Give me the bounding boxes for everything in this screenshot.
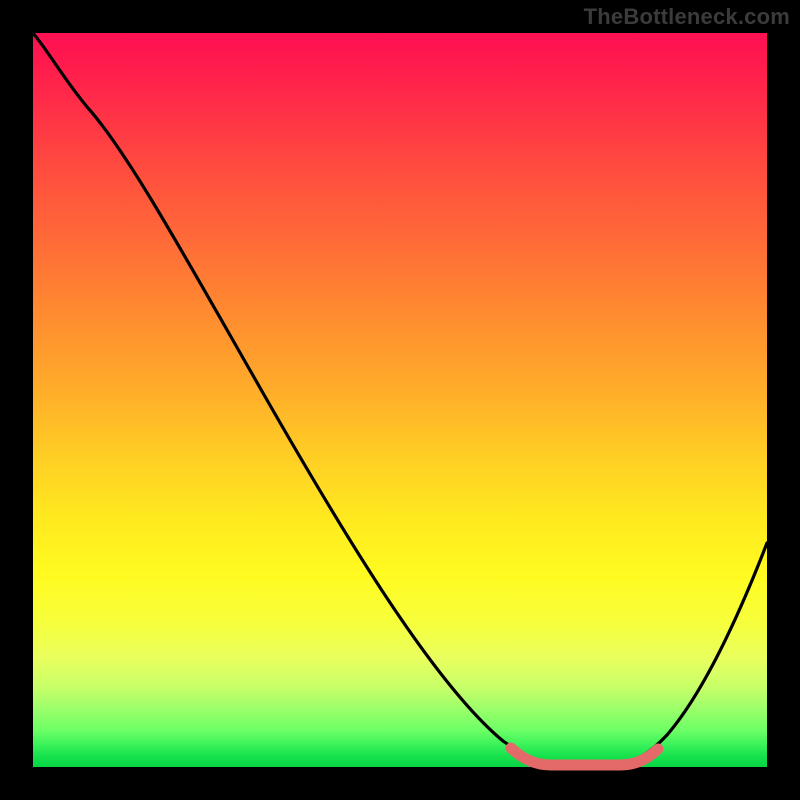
- chart-frame: TheBottleneck.com: [0, 0, 800, 800]
- optimal-range-marker: [511, 748, 658, 765]
- bottleneck-curve: [33, 33, 767, 765]
- chart-svg: [33, 33, 767, 767]
- attribution-label: TheBottleneck.com: [584, 4, 790, 30]
- plot-area: [33, 33, 767, 767]
